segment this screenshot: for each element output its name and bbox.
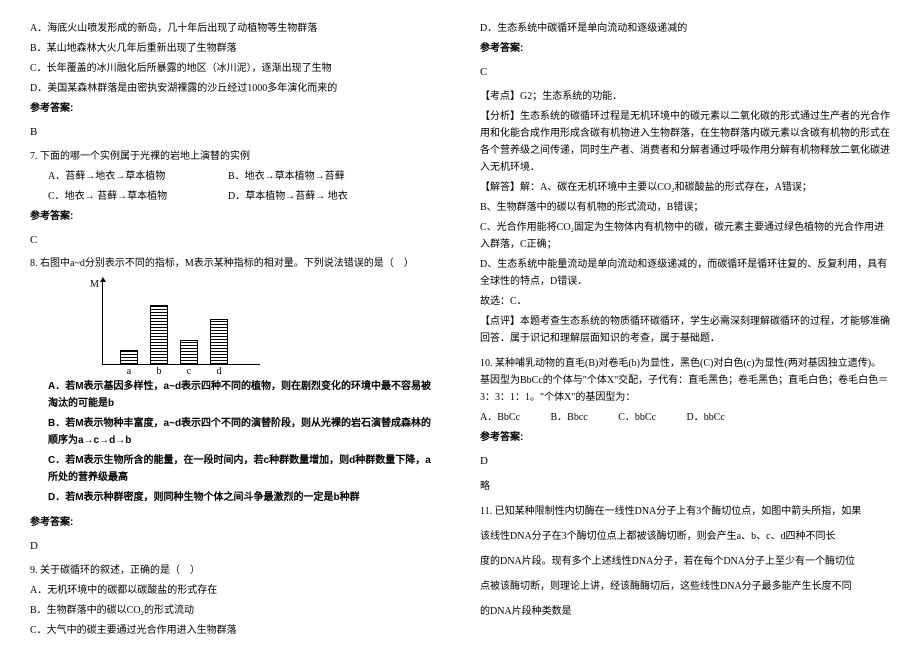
q11-line2: 该线性DNA分子在3个酶切位点上都被该酶切断，则会产生a、b、c、d四种不同长 xyxy=(480,528,890,545)
xlabel-a: a xyxy=(120,363,138,380)
q8-opt-d: D．若M表示种群密度，则同种生物个体之间斗争最激烈的一定是b种群 xyxy=(30,489,440,506)
q11-line4: 点被该酶切断，则理论上讲，经该酶酶切后，这些线性DNA分子最多能产生长度不同 xyxy=(480,578,890,595)
answer-label: 参考答案: xyxy=(30,514,440,531)
answer-label: 参考答案: xyxy=(30,100,440,117)
q9-opt-c: C．大气中的碳主要通过光合作用进入生物群落 xyxy=(30,622,440,639)
q9-opt-d: D．生态系统中碳循环是单向流动和逐级递减的 xyxy=(480,20,890,37)
kd: 【考点】G2；生态系统的功能． xyxy=(480,88,890,105)
answer-label: 参考答案: xyxy=(480,429,890,446)
jieda-c: C、光合作用能将CO₂固定为生物体内有机物中的碳，碳元素主要通过绿色植物的光合作… xyxy=(480,219,890,253)
q7-opt-b: B．地衣→草本植物→苔藓 xyxy=(228,168,345,185)
answer-label: 参考答案: xyxy=(480,40,890,57)
q7-row1: A．苔藓→地衣→草本植物 B．地衣→草本植物→苔藓 xyxy=(30,168,440,185)
q8-opt-a: A．若M表示基因多样性，a~d表示四种不同的植物，则在剧烈变化的环境中最不容易被… xyxy=(30,378,440,412)
dianping: 【点评】本题考查生态系统的物质循环碳循环，学生必需深刻理解碳循环的过程，才能够准… xyxy=(480,313,890,347)
jieda-b: B、生物群落中的碳以有机物的形式流动，B错误； xyxy=(480,199,890,216)
q10-opt-c: C．bbCc xyxy=(618,409,656,426)
q7-stem: 7. 下面的哪一个实例属于光裸的岩地上演替的实例 xyxy=(30,148,440,165)
opt-d: D．美国某森林群落是由密执安湖裸露的沙丘经过1000多年演化而来的 xyxy=(30,80,440,97)
bar-d xyxy=(210,319,228,365)
q7-opt-c: C．地衣→ 苔藓→草本植物 xyxy=(48,188,228,205)
answer-value: C xyxy=(30,231,440,250)
chart-ylabel: M xyxy=(90,276,99,293)
q8-opt-b: B．若M表示物种丰富度，a~d表示四个不同的演替阶段，则从光裸的岩石演替成森林的… xyxy=(30,415,440,449)
xlabel-b: b xyxy=(150,363,168,380)
opt-a: A．海底火山喷发形成的新岛，几十年后出现了动植物等生物群落 xyxy=(30,20,440,37)
bar-chart: M a b c d xyxy=(90,280,440,370)
opt-c: C．长年覆盖的冰川融化后所暴露的地区（冰川泥），逐渐出现了生物 xyxy=(30,60,440,77)
jieda-d: D、生态系统中能量流动是单向流动和逐级递减的，而碳循环是循环往复的、反复利用，具… xyxy=(480,256,890,290)
q10-options: A．BbCc B．Bbcc C．bbCc D．bbCc xyxy=(480,409,890,426)
xlabel-d: d xyxy=(210,363,228,380)
q9-opt-b: B．生物群落中的碳以CO₂的形式流动 xyxy=(30,602,440,619)
lue: 略 xyxy=(480,478,890,495)
q10-opt-a: A．BbCc xyxy=(480,409,520,426)
q10-stem: 10. 某种哺乳动物的直毛(B)对卷毛(b)为显性，黑色(C)对白色(c)为显性… xyxy=(480,355,890,406)
fenxi: 【分析】生态系统的碳循环过程是无机环境中的碳元素以二氧化碳的形式通过生产者的光合… xyxy=(480,108,890,176)
q9-stem: 9. 关于碳循环的叙述，正确的是（ ） xyxy=(30,562,440,579)
answer-value: D xyxy=(480,452,890,471)
bar-b xyxy=(150,305,168,365)
bar-c xyxy=(180,340,198,365)
q11-line5: 的DNA片段种类数是 xyxy=(480,603,890,620)
q11-line1: 11. 已知某种限制性内切酶在一线性DNA分子上有3个酶切位点，如图中箭头所指，… xyxy=(480,503,890,520)
q7-row2: C．地衣→ 苔藓→草本植物 D．草本植物→苔藓→ 地衣 xyxy=(30,188,440,205)
guxuan: 故选：C． xyxy=(480,293,890,310)
q11-line3: 度的DNA片段。现有多个上述线性DNA分子，若在每个DNA分子上至少有一个酶切位 xyxy=(480,553,890,570)
q8-opt-c: C．若M表示生物所含的能量，在一段时间内，若c种群数量增加，则d种群数量下降，a… xyxy=(30,452,440,486)
opt-b: B．某山地森林大火几年后重新出现了生物群落 xyxy=(30,40,440,57)
q8-stem: 8. 右图中a~d分别表示不同的指标，M表示某种指标的相对量。下列说法错误的是（… xyxy=(30,255,440,272)
answer-value: D xyxy=(30,537,440,556)
q7-opt-a: A．苔藓→地衣→草本植物 xyxy=(48,168,228,185)
answer-value: C xyxy=(480,63,890,82)
q10-opt-d: D．bbCc xyxy=(687,409,725,426)
xlabel-c: c xyxy=(180,363,198,380)
y-axis xyxy=(102,280,103,365)
q10-opt-b: B．Bbcc xyxy=(551,409,588,426)
jieda-a: 【解答】解：A、碳在无机环境中主要以CO₂和碳酸盐的形式存在，A错误； xyxy=(480,179,890,196)
q9-opt-a: A．无机环境中的碳都以碳酸盐的形式存在 xyxy=(30,582,440,599)
q7-opt-d: D．草本植物→苔藓→ 地衣 xyxy=(228,188,348,205)
answer-value: B xyxy=(30,123,440,142)
answer-label: 参考答案: xyxy=(30,208,440,225)
